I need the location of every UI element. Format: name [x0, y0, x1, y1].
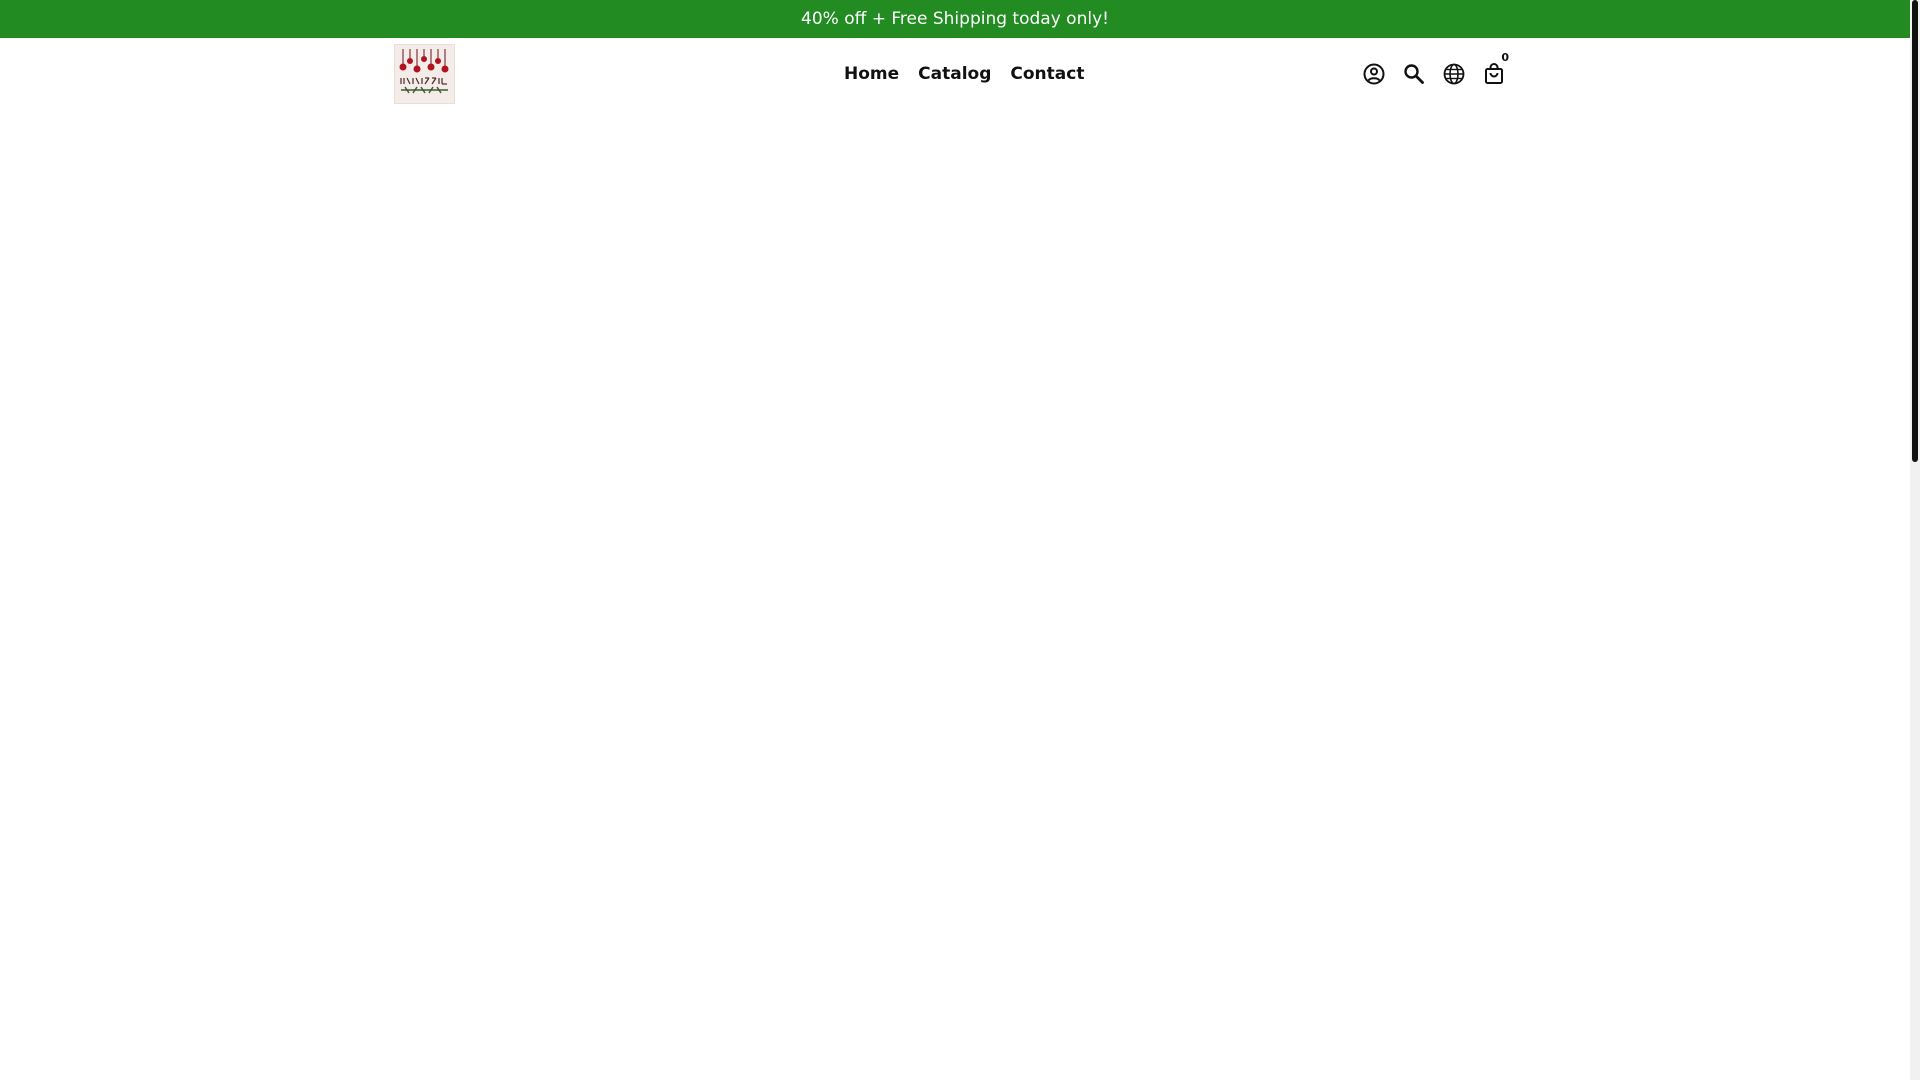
main-nav: Home Catalog Contact	[844, 59, 1084, 89]
account-icon	[1363, 63, 1385, 85]
announcement-bar: 40% off + Free Shipping today only!	[0, 0, 1910, 38]
header-icons: 0	[1358, 52, 1510, 90]
nav-contact-link[interactable]: Contact	[1010, 59, 1084, 89]
cart-icon	[1485, 63, 1503, 84]
nav-catalog-link[interactable]: Catalog	[918, 59, 991, 89]
cart-button[interactable]: 0	[1478, 52, 1510, 90]
search-button[interactable]	[1398, 58, 1430, 90]
announcement-text: 40% off + Free Shipping today only!	[801, 9, 1109, 29]
logo-image	[399, 49, 449, 94]
search-icon	[1404, 64, 1424, 84]
globe-icon	[1443, 63, 1465, 85]
page: 40% off + Free Shipping today only! Home…	[0, 0, 1920, 1080]
scrollbar-thumb[interactable]	[1912, 0, 1918, 462]
store-logo[interactable]	[394, 44, 455, 104]
site-header: Home Catalog Contact 0	[0, 38, 1910, 108]
language-button[interactable]	[1438, 58, 1470, 90]
nav-home-link[interactable]: Home	[844, 59, 899, 89]
account-button[interactable]	[1358, 58, 1390, 90]
cart-count-badge: 0	[1501, 51, 1509, 64]
